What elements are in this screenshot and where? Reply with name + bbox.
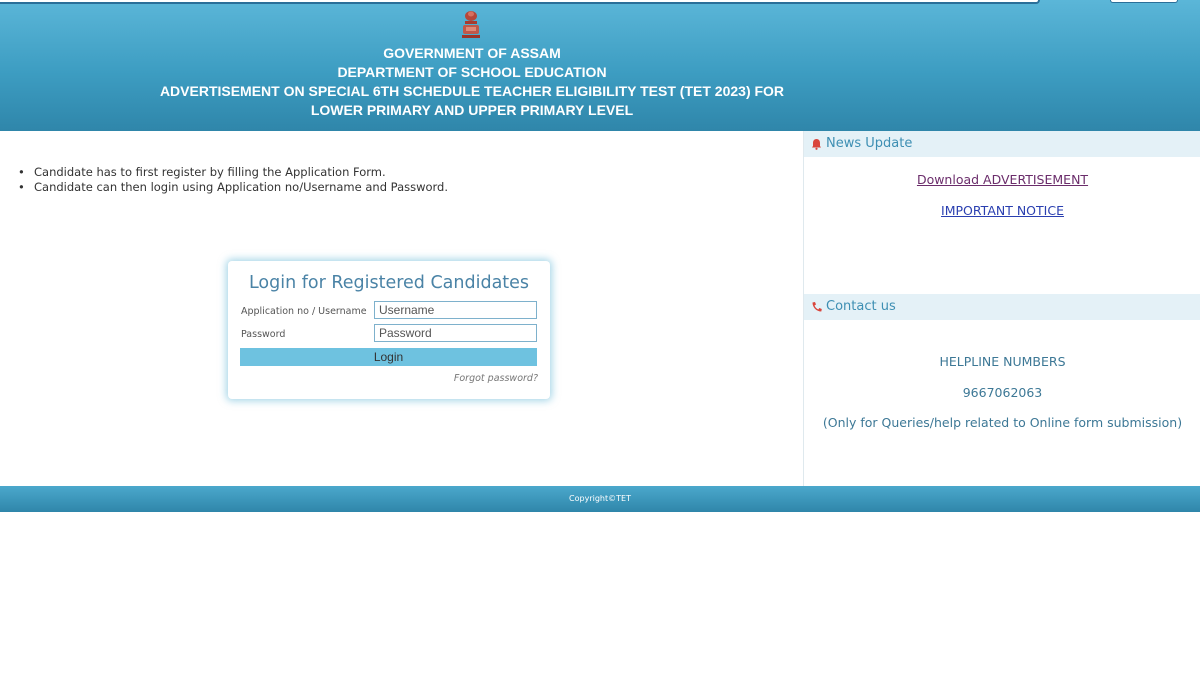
header-title-line-2: DEPARTMENT OF SCHOOL EDUCATION [337,64,607,80]
news-update-title: News Update [826,136,913,151]
password-input[interactable] [374,324,537,342]
contact-us-title: Contact us [826,299,896,314]
helpline-number: 9667062063 [962,385,1043,400]
contact-us-header: Contact us [804,294,1200,320]
helpline-note: (Only for Queries/help related to Online… [822,415,1183,430]
browser-toolbar-button-edge [1110,0,1178,3]
forgot-password-link[interactable]: Forgot password? [454,373,538,384]
login-title: Login for Registered Candidates [248,273,530,293]
site-footer: Copyright©TET [0,486,1200,512]
instruction-list: Candidate has to first register by filli… [18,165,448,195]
important-notice-link[interactable]: IMPORTANT NOTICE [804,203,1200,218]
download-advertisement-link[interactable]: Download ADVERTISEMENT [804,172,1200,187]
news-update-header: News Update [804,131,1200,157]
password-label: Password [241,329,286,340]
login-button[interactable]: Login [240,348,537,366]
instruction-item: Candidate has to first register by filli… [18,165,448,180]
login-panel: Login for Registered Candidates Applicat… [228,261,550,399]
phone-icon [812,302,822,312]
username-label: Application no / Username [241,306,367,317]
sidebar: News Update Download ADVERTISEMENT IMPOR… [803,131,1200,486]
state-emblem-icon [462,11,480,38]
instruction-item: Candidate can then login using Applicati… [18,180,448,195]
browser-address-bar-edge [0,0,1040,4]
header-title-line-1: GOVERNMENT OF ASSAM [383,45,561,61]
bell-icon [812,139,821,150]
header-title-line-3: ADVERTISEMENT ON SPECIAL 6TH SCHEDULE TE… [159,83,785,99]
copyright-text: Copyright©TET [569,494,631,503]
site-header: GOVERNMENT OF ASSAM DEPARTMENT OF SCHOOL… [0,0,1200,131]
username-input[interactable] [374,301,537,319]
header-title-line-4: LOWER PRIMARY AND UPPER PRIMARY LEVEL [310,102,634,118]
helpline-title: HELPLINE NUMBERS [939,354,1066,369]
